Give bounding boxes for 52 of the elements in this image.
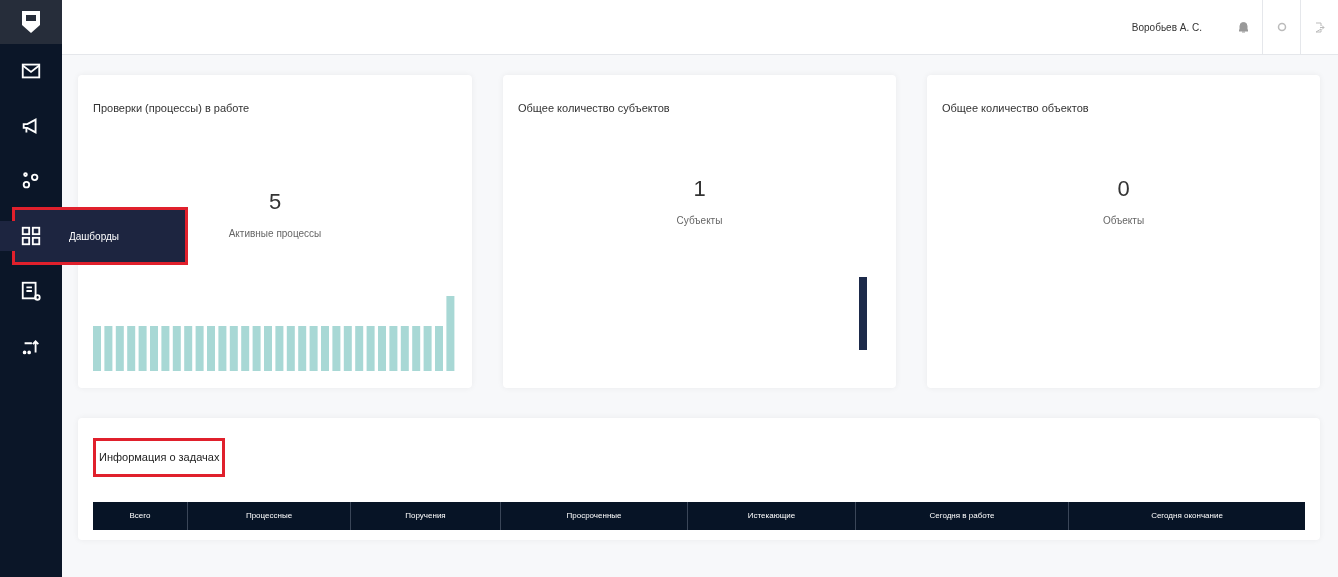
bar (172, 326, 181, 371)
bar (264, 326, 272, 371)
bar (138, 326, 147, 371)
column-header: Всего (128, 509, 152, 522)
bell-icon (1238, 21, 1248, 33)
stat-caption: Субъекты (676, 213, 723, 228)
stat-value: 1 (693, 174, 706, 203)
dashboard-icon (20, 225, 42, 247)
bar (332, 326, 341, 371)
stat-value: 5 (268, 187, 282, 216)
bar (400, 326, 409, 371)
card-title: Общее количество субъектов (518, 101, 671, 116)
bar (115, 326, 124, 371)
bar (229, 326, 238, 371)
bar (298, 326, 307, 371)
bar (241, 326, 250, 371)
column-header: Сегодня окончание (1068, 501, 1305, 530)
report-icon (20, 280, 42, 302)
bar (207, 326, 215, 371)
stat-caption: Объекты (1102, 213, 1145, 228)
bar (218, 326, 227, 371)
bar (435, 326, 443, 371)
stat-value: 0 (1117, 174, 1130, 203)
bar (150, 326, 158, 371)
bar (127, 326, 136, 371)
bar (378, 326, 386, 371)
bar (93, 326, 101, 371)
bar (389, 326, 398, 371)
bar (355, 326, 364, 371)
bar (104, 326, 113, 371)
column-header: Сегодня в работе (855, 501, 1068, 530)
bar (343, 326, 352, 371)
bar (423, 326, 432, 371)
bar (195, 326, 204, 371)
column-header: Просроченные (500, 501, 687, 530)
column-header: Поручения (350, 501, 500, 530)
card-title: Общее количество объектов (942, 101, 1090, 116)
bar (366, 326, 375, 371)
bar (321, 326, 329, 371)
bar (286, 326, 295, 371)
column-header: Процессные (187, 501, 350, 530)
bar (275, 326, 284, 371)
user-name: Воробьев А. С. (1131, 20, 1202, 35)
bar (184, 326, 193, 371)
bar (412, 326, 421, 371)
bar (309, 326, 318, 371)
column-header: Истекающие (687, 501, 855, 530)
bar (161, 326, 170, 371)
card-title: Проверки (процессы) в работе (93, 101, 251, 116)
bar (252, 326, 261, 371)
stat-caption: Активные процессы (228, 226, 322, 241)
section-title: Информация о задачах (93, 438, 226, 477)
